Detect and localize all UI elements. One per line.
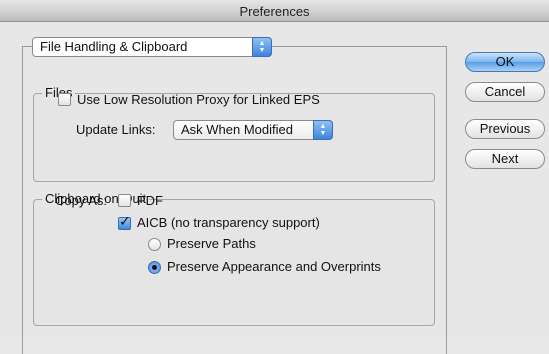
section-popup[interactable]: File Handling & Clipboard ▲ ▼ — [32, 37, 272, 57]
low-res-proxy-checkbox[interactable] — [58, 93, 71, 106]
pdf-checkbox[interactable] — [118, 194, 131, 207]
aicb-checkbox[interactable] — [118, 214, 131, 230]
cancel-button[interactable]: Cancel — [465, 82, 545, 102]
preferences-content: File Handling & Clipboard ▲▼ Files Use L… — [0, 22, 549, 354]
aicb-label: AICB (no transparency support) — [137, 215, 320, 230]
next-button[interactable]: Next — [465, 149, 545, 169]
low-res-proxy-label: Use Low Resolution Proxy for Linked EPS — [77, 92, 320, 107]
update-links-label: Update Links: — [76, 122, 156, 137]
update-links-value: Ask When Modified — [181, 122, 293, 137]
preserve-paths-radio[interactable] — [148, 238, 161, 251]
window-title: Preferences — [239, 4, 310, 19]
copy-as-label: Copy As: — [55, 193, 108, 208]
pdf-label: PDF — [137, 193, 163, 208]
update-links-popup[interactable]: Ask When Modified ▲ ▼ — [173, 120, 333, 140]
updown-arrows-icon: ▲ ▼ — [252, 37, 272, 57]
title-bar: Preferences — [0, 0, 549, 22]
section-popup-value: File Handling & Clipboard — [40, 39, 188, 54]
ok-button[interactable]: OK — [465, 52, 545, 72]
preserve-appearance-label: Preserve Appearance and Overprints — [167, 259, 381, 274]
preserve-paths-label: Preserve Paths — [167, 236, 256, 251]
previous-button[interactable]: Previous — [465, 119, 545, 139]
updown-arrows-icon: ▲ ▼ — [313, 120, 333, 140]
preserve-appearance-radio[interactable] — [148, 261, 161, 274]
